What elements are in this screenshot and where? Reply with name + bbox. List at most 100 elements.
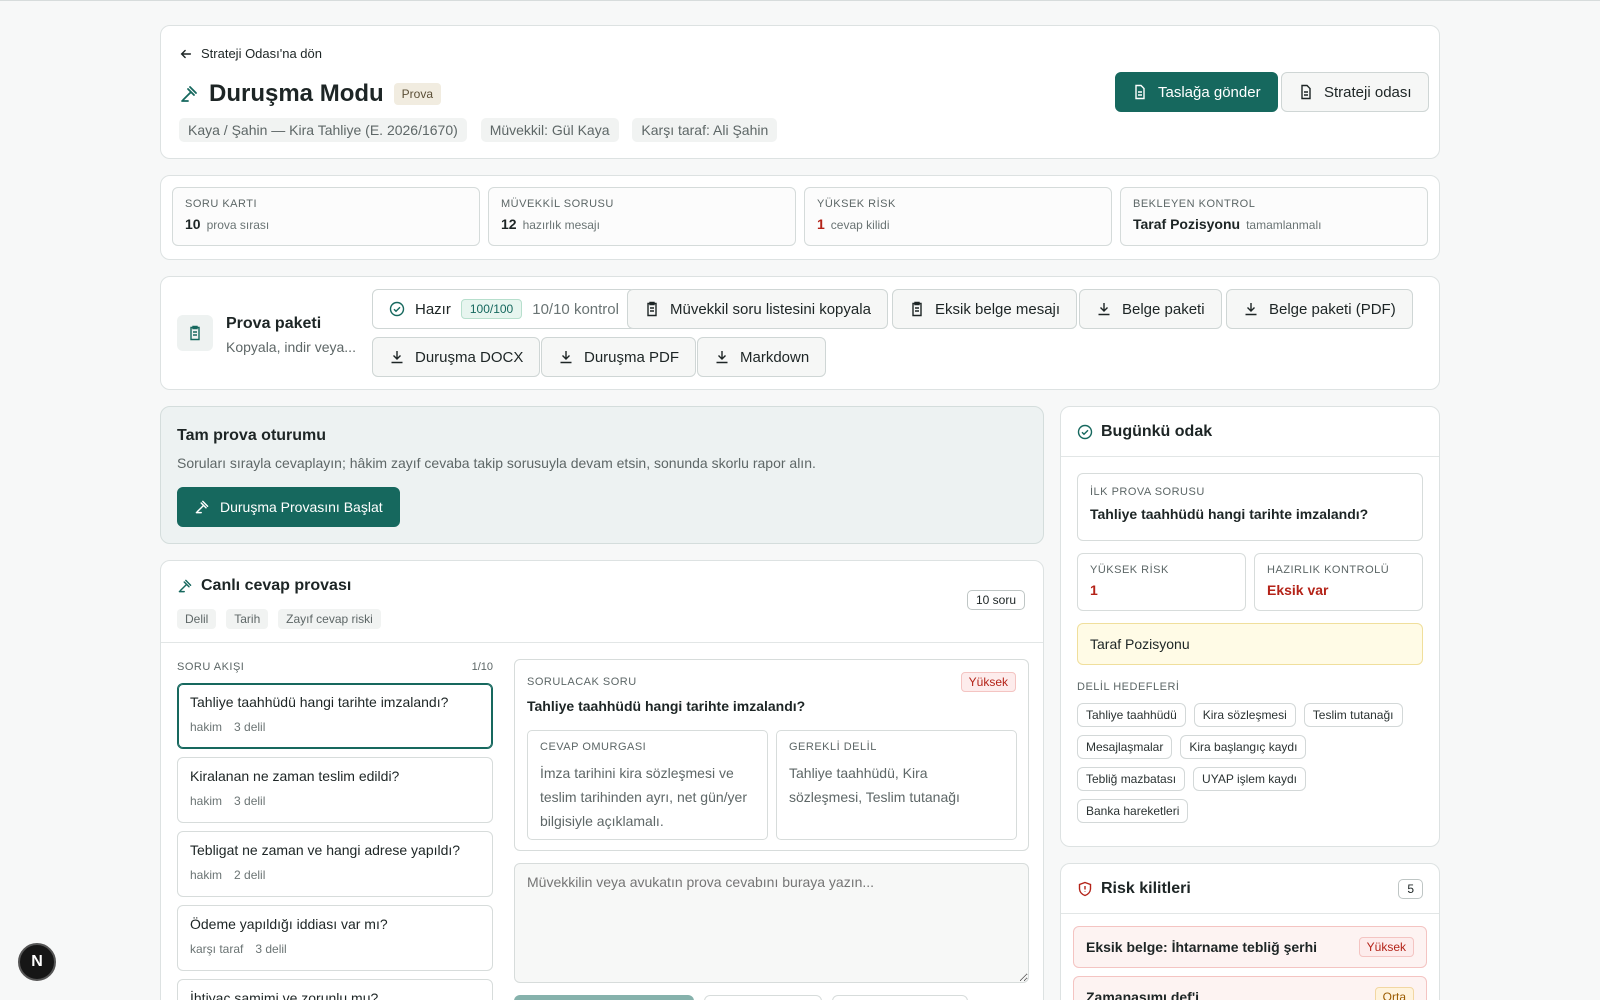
copy-client-questions-button[interactable]: Müvekkil soru listesini kopyala — [627, 289, 888, 329]
score-badge: 100/100 — [460, 299, 523, 319]
question-count-badge: 10 soru — [967, 590, 1026, 610]
stats-card: SORU KARTI 10 prova sırası MÜVEKKİL SORUS… — [160, 175, 1440, 260]
risk-locks-card: Risk kilitleri 5 Eksik belge: İhtarname … — [1060, 863, 1440, 1000]
evidence-box: GEREKLİ DELİL Tahliye taahhüdü, Kira söz… — [776, 730, 1017, 840]
ready-status: Hazır 100/100 10/10 kontrol — [372, 289, 636, 329]
first-question-box: İLK PROVA SORUSU Tahliye taahhüdü hangi … — [1077, 473, 1423, 541]
start-rehearsal-button[interactable]: Duruşma Provasını Başlat — [177, 487, 400, 527]
live-rehearsal-card: Canlı cevap provası Delil Tarih Zayıf ce… — [160, 560, 1044, 1000]
missing-docs-message-button[interactable]: Eksik belge mesajı — [892, 289, 1078, 329]
live-title-row: Canlı cevap provası — [177, 577, 351, 595]
ask-label: SORULACAK SORU — [527, 676, 637, 688]
send-draft-label: Taslağa gönder — [1158, 83, 1261, 101]
stat-pending-check: BEKLEYEN KONTROL Taraf Pozisyonu tamamlan… — [1120, 187, 1428, 246]
answer-input[interactable] — [514, 863, 1029, 983]
ask-panel: SORULACAK SORU Yüksek Tahliye taahhüdü h… — [514, 659, 1029, 851]
package-title: Prova paketi — [226, 315, 322, 332]
gavel-icon — [178, 579, 192, 593]
gavel-icon — [181, 86, 197, 102]
app-logo-button[interactable]: N — [18, 943, 56, 981]
evidence-target-pill: Mesajlaşmalar — [1077, 735, 1173, 759]
question-item[interactable]: Kiralanan ne zaman teslim edildi? hakim 3… — [177, 757, 493, 823]
secondary-action-button[interactable] — [704, 995, 822, 1000]
document-package-pdf-button[interactable]: Belge paketi (PDF) — [1226, 289, 1413, 329]
download-icon — [391, 351, 403, 364]
risk-title-row: Risk kilitleri — [1077, 880, 1191, 898]
risk-item[interactable]: Eksik belge: İhtarname tebliğ şerhi Yüks… — [1073, 926, 1427, 968]
document-package-button[interactable]: Belge paketi — [1079, 289, 1222, 329]
clipboard-icon — [190, 325, 200, 341]
markdown-button[interactable]: Markdown — [697, 337, 827, 377]
strategy-room-label: Strateji odası — [1324, 83, 1412, 101]
question-item[interactable]: İhtiyaç samimi ve zorunlu mu? — [177, 979, 493, 1000]
client-chip: Müvekkil: Gül Kaya — [480, 118, 619, 142]
back-link[interactable]: Strateji Odası'na dön — [179, 46, 322, 61]
live-title: Canlı cevap provası — [201, 577, 352, 594]
mode-badge: Prova — [393, 83, 442, 105]
backbone-text: İmza tarihini kira sözleşmesi ve teslim … — [540, 765, 747, 829]
evidence-target-pill: Kira sözleşmesi — [1193, 703, 1296, 727]
stat-high-risk: YÜKSEK RİSK 1 cevap kilidi — [804, 187, 1112, 246]
clipboard-icon — [647, 301, 657, 317]
evidence-target-pill: Banka hareketleri — [1077, 799, 1189, 823]
risk-badge: Yüksek — [960, 672, 1016, 692]
case-chip: Kaya / Şahin — Kira Tahliye (E. 2026/167… — [179, 118, 467, 142]
question-item[interactable]: Ödeme yapıldığı iddiası var mı? karşı ta… — [177, 905, 493, 971]
evidence-target-pill: Kira başlangıç kaydı — [1180, 735, 1307, 759]
risk-count-badge: 5 — [1398, 879, 1423, 899]
package-subtitle: Kopyala, indir veya... — [226, 339, 356, 355]
clipboard-icon — [912, 301, 922, 317]
risk-title: Risk kilitleri — [1101, 880, 1191, 897]
download-icon — [716, 351, 728, 364]
risk-summary-box: YÜKSEK RİSK 1 — [1077, 553, 1246, 611]
evidence-target-pill: Tebliğ mazbatası — [1077, 767, 1186, 791]
evidence-targets: Tahliye taahhüdü Kira sözleşmesi Teslim tu… — [1077, 703, 1427, 831]
clipboard-icon-box — [177, 315, 213, 351]
tertiary-action-button[interactable] — [832, 995, 968, 1000]
case-chips: Kaya / Şahin — Kira Tahliye (E. 2026/167… — [179, 118, 787, 142]
flow-position: 1/10 — [471, 661, 493, 673]
document-icon — [1135, 84, 1145, 100]
document-icon — [1301, 84, 1311, 100]
pending-item: Taraf Pozisyonu — [1077, 623, 1423, 665]
download-icon — [1098, 303, 1110, 316]
strategy-room-button[interactable]: Strateji odası — [1281, 72, 1429, 112]
opponent-chip: Karşı taraf: Ali Şahin — [632, 118, 778, 142]
page-title-row: Duruşma Modu Prova — [179, 80, 442, 108]
divider — [1061, 913, 1439, 914]
gavel-icon — [195, 500, 209, 514]
check-circle-icon — [1077, 424, 1093, 440]
hearing-pdf-button[interactable]: Duruşma PDF — [541, 337, 697, 377]
session-desc: Soruları sırayla cevaplayın; hâkim zayıf… — [177, 455, 816, 471]
readiness-box: HAZIRLIK KONTROLÜ Eksik var — [1254, 553, 1423, 611]
focus-title: Bugünkü odak — [1101, 423, 1213, 440]
question-item[interactable]: Tahliye taahhüdü hangi tarihte imzalandı… — [177, 683, 493, 749]
check-circle-icon — [389, 301, 405, 317]
targets-label: DELİL HEDEFLERİ — [1077, 681, 1180, 693]
evidence-text: Tahliye taahhüdü, Kira sözleşmesi, Tesli… — [789, 765, 960, 805]
live-tags: Delil Tarih Zayıf cevap riski — [177, 609, 387, 629]
arrow-left-icon — [180, 49, 192, 58]
hearing-docx-button[interactable]: Duruşma DOCX — [372, 337, 541, 377]
evidence-target-pill: Tahliye taahhüdü — [1077, 703, 1186, 727]
risk-item[interactable]: Zamanaşımı def'i Orta — [1073, 976, 1427, 1000]
question-item[interactable]: Tebligat ne zaman ve hangi adrese yapıld… — [177, 831, 493, 897]
divider — [161, 642, 1043, 643]
package-card: Prova paketi Kopyala, indir veya... Hazı… — [160, 276, 1440, 390]
focus-card: Bugünkü odak İLK PROVA SORUSU Tahliye ta… — [1060, 406, 1440, 847]
backbone-box: CEVAP OMURGASI İmza tarihini kira sözleş… — [527, 730, 768, 840]
focus-title-row: Bugünkü odak — [1077, 423, 1212, 441]
top-border — [0, 0, 1600, 1]
flow-label: SORU AKIŞI — [177, 661, 245, 673]
stat-question-cards: SORU KARTI 10 prova sırası — [172, 187, 480, 246]
download-icon — [1245, 303, 1257, 316]
session-title: Tam prova oturumu — [177, 427, 327, 444]
evidence-target-pill: Teslim tutanağı — [1303, 703, 1403, 727]
session-card: Tam prova oturumu Soruları sırayla cevap… — [160, 406, 1044, 544]
submit-answer-button[interactable] — [514, 995, 694, 1000]
ask-question: Tahliye taahhüdü hangi tarihte imzalandı… — [527, 698, 806, 714]
stat-client-questions: MÜVEKKİL SORUSU 12 hazırlık mesajı — [488, 187, 796, 246]
evidence-target-pill: UYAP işlem kaydı — [1193, 767, 1306, 791]
back-link-label: Strateji Odası'na dön — [201, 46, 322, 61]
send-draft-button[interactable]: Taslağa gönder — [1115, 72, 1278, 112]
